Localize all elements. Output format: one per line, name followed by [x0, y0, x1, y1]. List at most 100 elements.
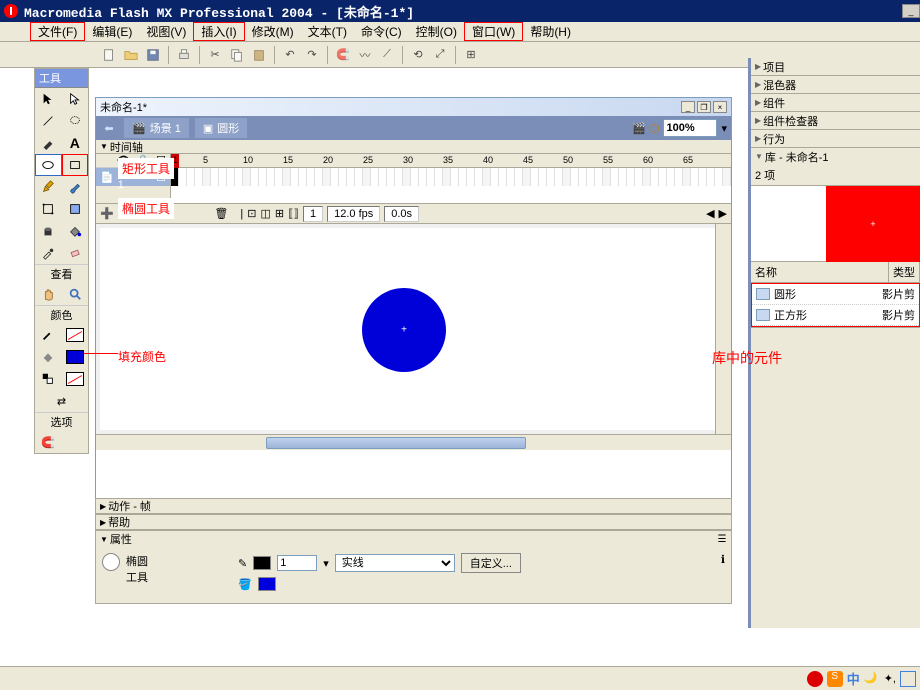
onion-outline-icon[interactable]: ⊞ [275, 207, 284, 220]
outline-icon[interactable]: ☐ [156, 154, 166, 167]
menu-help[interactable]: 帮助(H) [523, 21, 578, 42]
custom-button[interactable]: 自定义... [461, 553, 521, 573]
edit-scene-icon[interactable]: 🎬 [632, 122, 646, 135]
eraser-tool[interactable] [62, 242, 89, 264]
menu-file[interactable]: 文件(F) [31, 23, 84, 41]
bw-colors[interactable] [35, 368, 62, 390]
stroke-width-input[interactable] [277, 555, 317, 571]
scale-icon[interactable]: ⤢ [431, 46, 449, 64]
print-icon[interactable] [175, 46, 193, 64]
fill-transform-tool[interactable] [62, 198, 89, 220]
copy-icon[interactable] [228, 46, 246, 64]
menu-edit[interactable]: 编辑(E) [85, 21, 139, 42]
scroll-right-icon[interactable]: ▶ [719, 207, 727, 220]
comp-inspector-panel[interactable]: 组件检查器 [751, 112, 920, 129]
smooth-icon[interactable]: 〰 [356, 46, 374, 64]
mixer-panel[interactable]: 混色器 [751, 76, 920, 93]
symbol-tab[interactable]: ▣ 圆形 [195, 118, 247, 138]
center-frame-icon[interactable]: ⊡ [247, 207, 256, 220]
eyedropper-tool[interactable] [35, 242, 62, 264]
tray-icon[interactable]: ✦, [884, 672, 896, 685]
menu-window[interactable]: 窗口(W) [465, 23, 522, 41]
tray-icon[interactable]: S [827, 671, 843, 687]
snap-icon[interactable]: 🧲 [334, 46, 352, 64]
text-tool[interactable]: A [62, 132, 89, 154]
line-tool[interactable] [35, 110, 62, 132]
free-transform-tool[interactable] [35, 198, 62, 220]
rotate-icon[interactable]: ⟲ [409, 46, 427, 64]
stroke-swatch[interactable] [62, 324, 89, 346]
paste-icon[interactable] [250, 46, 268, 64]
no-color[interactable] [62, 368, 89, 390]
pen-tool[interactable] [35, 132, 62, 154]
straighten-icon[interactable]: ⟋ [378, 46, 396, 64]
add-folder-icon[interactable]: 🗀 [135, 204, 146, 223]
timeline-header[interactable]: 时间轴 [96, 140, 731, 154]
pencil-tool[interactable] [35, 176, 62, 198]
add-layer-icon[interactable]: ➕ [100, 207, 114, 220]
ink-bottle-tool[interactable] [35, 220, 62, 242]
brush-tool[interactable] [62, 176, 89, 198]
doc-close[interactable]: × [713, 101, 727, 113]
onion-skin-icon[interactable]: ◫ [260, 207, 270, 220]
hand-tool[interactable] [35, 283, 62, 305]
doc-minimize[interactable]: _ [681, 101, 695, 113]
col-type[interactable]: 类型 [889, 262, 920, 282]
menu-modify[interactable]: 修改(M) [245, 21, 301, 42]
circle-shape[interactable] [362, 288, 446, 372]
fill-swatch[interactable] [62, 346, 89, 368]
menu-insert[interactable]: 插入(I) [194, 23, 243, 41]
menu-text[interactable]: 文本(T) [301, 21, 354, 42]
help-panel[interactable]: 帮助 [95, 514, 732, 530]
library-panel-header[interactable]: 库 - 未命名-1 [751, 148, 920, 165]
delete-layer-icon[interactable]: 🗑 [214, 207, 228, 220]
zoom-input[interactable] [663, 119, 717, 137]
behaviors-panel[interactable]: 行为 [751, 130, 920, 147]
snap-option[interactable]: 🧲 [35, 431, 62, 453]
library-item[interactable]: 正方形 影片剪 [752, 305, 919, 326]
save-icon[interactable] [144, 46, 162, 64]
redo-icon[interactable]: ↷ [303, 46, 321, 64]
scene-tab[interactable]: 🎬 场景 1 [124, 118, 189, 138]
library-item[interactable]: 圆形 影片剪 [752, 284, 919, 305]
panel-menu-icon[interactable]: ☰ [713, 532, 731, 546]
paint-bucket-tool[interactable] [62, 220, 89, 242]
stroke-color[interactable] [35, 324, 62, 346]
tray-icon[interactable]: 🌙 [864, 671, 880, 687]
swap-colors[interactable]: ⇄ [35, 390, 88, 412]
project-panel[interactable]: 项目 [751, 58, 920, 75]
selection-tool[interactable] [35, 88, 62, 110]
info-icon[interactable]: ℹ [721, 553, 725, 566]
horizontal-scrollbar[interactable] [96, 434, 731, 450]
frames-panel[interactable]: 15101520253035404550556065 [171, 154, 731, 203]
tray-icon[interactable] [900, 671, 916, 687]
components-panel[interactable]: 组件 [751, 94, 920, 111]
cut-icon[interactable]: ✂ [206, 46, 224, 64]
menu-view[interactable]: 视图(V) [139, 21, 193, 42]
hscroll-thumb[interactable] [266, 437, 526, 449]
new-file-icon[interactable] [100, 46, 118, 64]
tray-ime[interactable]: 中 [847, 669, 860, 688]
vertical-scrollbar[interactable] [715, 224, 731, 434]
layer-row[interactable]: 📄 图层 1 • • ☐ [96, 168, 170, 186]
stroke-stepper-icon[interactable]: ▾ [323, 557, 329, 570]
rectangle-tool[interactable] [62, 154, 89, 176]
open-file-icon[interactable] [122, 46, 140, 64]
properties-header[interactable]: 属性 ☰ [96, 531, 731, 547]
zoom-tool[interactable] [62, 283, 89, 305]
doc-restore[interactable]: ❐ [697, 101, 711, 113]
edit-frames-icon[interactable]: ⟦⟧ [288, 207, 299, 220]
menu-control[interactable]: 控制(O) [409, 21, 464, 42]
timeline-ruler[interactable]: 15101520253035404550556065 [171, 154, 731, 168]
add-guide-icon[interactable]: 📁 [118, 207, 132, 220]
oval-tool[interactable] [35, 154, 62, 176]
tray-icon[interactable] [807, 671, 823, 687]
zoom-dropdown-icon[interactable]: ▾ [721, 122, 727, 135]
edit-symbol-icon[interactable]: ⬡ [650, 122, 660, 135]
col-name[interactable]: 名称 [751, 262, 889, 282]
lasso-tool[interactable] [62, 110, 89, 132]
stroke-color-swatch[interactable] [253, 556, 271, 570]
stroke-style-select[interactable]: 实线 [335, 554, 455, 572]
undo-icon[interactable]: ↶ [281, 46, 299, 64]
nav-back-icon[interactable]: ⬅ [100, 120, 118, 136]
